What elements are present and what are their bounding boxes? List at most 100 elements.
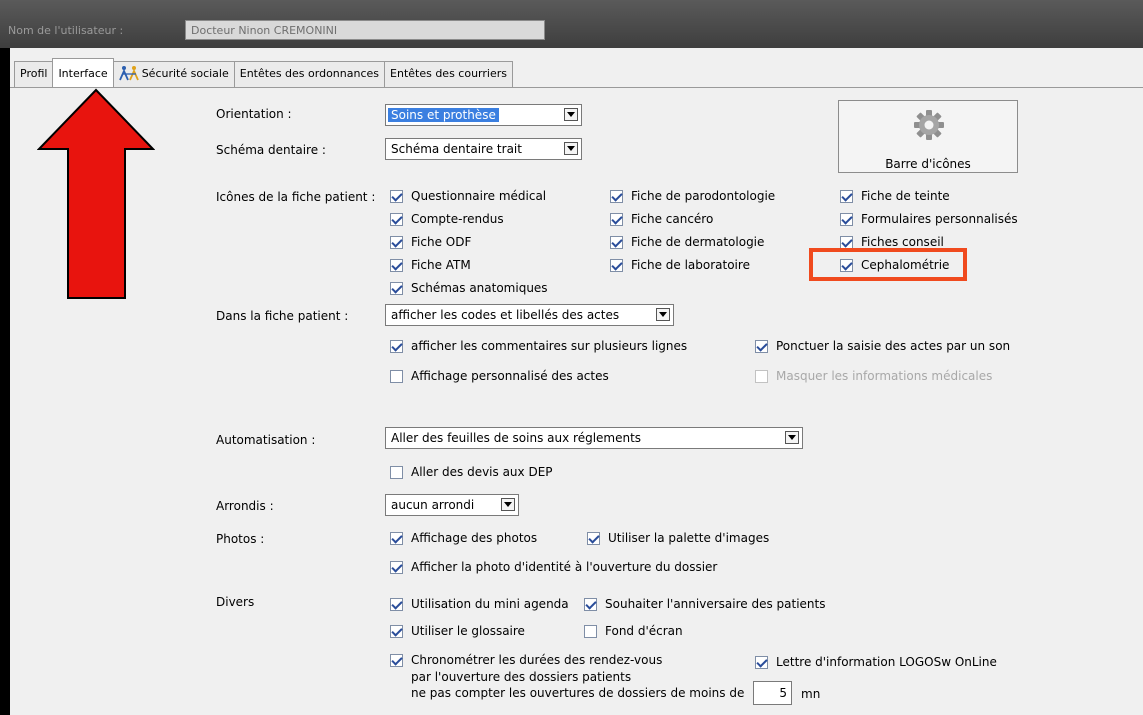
checkbox-lettre-information[interactable]: Lettre d'information LOGOSw OnLine <box>755 655 997 669</box>
checkbox-label: Schémas anatomiques <box>411 281 548 295</box>
checkbox-fiches-conseil[interactable]: Fiches conseil <box>840 235 944 249</box>
minutes-input[interactable]: 5 <box>753 681 792 705</box>
checkbox-label: Questionnaire médical <box>411 189 547 203</box>
checkbox-box[interactable] <box>610 212 623 226</box>
checkbox-label: Fiche ATM <box>411 258 471 272</box>
checkbox-devis-dep[interactable]: Aller des devis aux DEP <box>390 465 553 479</box>
checkbox-box[interactable] <box>587 531 600 545</box>
automatisation-value: Aller des feuilles de soins aux réglemen… <box>391 431 642 445</box>
tab-divider <box>10 87 1143 88</box>
red-arrow-icon <box>36 88 156 303</box>
checkbox-box[interactable] <box>390 235 403 249</box>
checkbox-fiche-parodontologie[interactable]: Fiche de parodontologie <box>610 189 775 203</box>
chevron-down-icon <box>656 308 670 321</box>
tab-profil[interactable]: Profil <box>14 61 54 87</box>
checkbox-fiche-atm[interactable]: Fiche ATM <box>390 258 471 272</box>
tab-securite-sociale[interactable]: Sécurité sociale <box>112 61 235 87</box>
tab-label: Entêtes des courriers <box>390 67 507 80</box>
checkbox-schemas-anatomiques[interactable]: Schémas anatomiques <box>390 281 548 295</box>
arrondis-select[interactable]: aucun arrondi <box>385 494 519 516</box>
checkbox-box[interactable] <box>390 465 403 479</box>
checkbox-affichage-photos[interactable]: Affichage des photos <box>390 531 537 545</box>
checkbox-label: Lettre d'information LOGOSw OnLine <box>776 655 997 669</box>
automatisation-select[interactable]: Aller des feuilles de soins aux réglemen… <box>385 427 803 449</box>
tab-label: Entêtes des ordonnances <box>239 67 380 80</box>
icon-bar-button[interactable]: Barre d'icônes <box>838 100 1018 173</box>
chevron-down-icon <box>564 142 578 155</box>
icons-section-label: Icônes de la fiche patient : <box>216 190 376 204</box>
chevron-down-icon <box>501 498 515 511</box>
checkbox-box[interactable] <box>390 258 403 272</box>
checkbox-box[interactable] <box>390 531 403 545</box>
checkbox-box[interactable] <box>610 258 623 272</box>
checkbox-glossaire[interactable]: Utiliser le glossaire <box>390 624 525 638</box>
checkbox-ponctuer-son[interactable]: Ponctuer la saisie des actes par un son <box>755 339 1010 353</box>
chrono-line-3: ne pas compter les ouvertures de dossier… <box>411 686 745 700</box>
tab-label: Sécurité sociale <box>141 67 229 80</box>
tab-entetes-courriers[interactable]: Entêtes des courriers <box>384 61 513 87</box>
checkbox-commentaires-lignes[interactable]: afficher les commentaires sur plusieurs … <box>390 339 687 353</box>
checkbox-box[interactable] <box>584 624 597 638</box>
checkbox-box[interactable] <box>390 189 403 203</box>
checkbox-box[interactable] <box>390 653 403 667</box>
checkbox-label: Aller des devis aux DEP <box>411 465 553 479</box>
checkbox-box[interactable] <box>390 281 403 295</box>
orientation-select[interactable]: Soins et prothèse <box>385 104 582 126</box>
checkbox-box[interactable] <box>610 189 623 203</box>
checkbox-label: Fiche de dermatologie <box>631 235 765 249</box>
divers-label: Divers <box>216 595 255 609</box>
schema-select[interactable]: Schéma dentaire trait <box>385 138 582 160</box>
checkbox-box[interactable] <box>584 597 597 611</box>
checkbox-questionnaire-medical[interactable]: Questionnaire médical <box>390 189 546 203</box>
checkbox-label: Affichage des photos <box>411 531 538 545</box>
checkbox-label: Fiche ODF <box>411 235 472 249</box>
checkbox-fiche-teinte[interactable]: Fiche de teinte <box>840 189 950 203</box>
title-bar <box>0 0 1143 48</box>
checkbox-mini-agenda[interactable]: Utilisation du mini agenda <box>390 597 569 611</box>
checkbox-affichage-personnalise[interactable]: Affichage personnalisé des actes <box>390 369 609 383</box>
checkbox-label: Fond d'écran <box>605 624 683 638</box>
fiche-patient-value: afficher les codes et libellés des actes <box>391 308 620 322</box>
checkbox-fond-ecran[interactable]: Fond d'écran <box>584 624 683 638</box>
checkbox-fiche-dermatologie[interactable]: Fiche de dermatologie <box>610 235 764 249</box>
checkbox-box[interactable] <box>390 624 403 638</box>
checkbox-box[interactable] <box>390 560 403 574</box>
checkbox-compte-rendus[interactable]: Compte-rendus <box>390 212 504 226</box>
checkbox-fiche-laboratoire[interactable]: Fiche de laboratoire <box>610 258 750 272</box>
checkbox-label: Utiliser le glossaire <box>411 624 525 638</box>
checkbox-box[interactable] <box>390 339 403 353</box>
checkbox-label: Afficher la photo d'identité à l'ouvertu… <box>411 560 718 574</box>
checkbox-fiche-cancero[interactable]: Fiche cancéro <box>610 212 713 226</box>
checkbox-box[interactable] <box>390 369 403 383</box>
checkbox-box[interactable] <box>390 597 403 611</box>
orientation-label: Orientation : <box>216 107 292 121</box>
user-name-field[interactable]: Docteur Ninon CREMONINI <box>185 20 545 40</box>
minutes-unit: mn <box>801 687 821 701</box>
checkbox-box[interactable] <box>755 339 768 353</box>
tab-interface[interactable]: Interface <box>52 58 114 87</box>
checkbox-box[interactable] <box>840 189 853 203</box>
icon-bar-button-label: Barre d'icônes <box>885 157 971 171</box>
checkbox-label: Fiche de laboratoire <box>631 258 750 272</box>
checkbox-palette-images[interactable]: Utiliser la palette d'images <box>587 531 769 545</box>
checkbox-label: Fiche cancéro <box>631 212 714 226</box>
checkbox-box[interactable] <box>390 212 403 226</box>
checkbox-anniversaire[interactable]: Souhaiter l'anniversaire des patients <box>584 597 825 611</box>
tab-entetes-ordonnances[interactable]: Entêtes des ordonnances <box>233 61 386 87</box>
checkbox-box[interactable] <box>610 235 623 249</box>
checkbox-label: Formulaires personnalisés <box>861 212 1018 226</box>
schema-value: Schéma dentaire trait <box>391 142 522 156</box>
fiche-patient-label: Dans la fiche patient : <box>216 309 349 323</box>
checkbox-chronometrer[interactable]: Chronométrer les durées des rendez-vous <box>390 653 662 667</box>
checkbox-box[interactable] <box>755 655 768 669</box>
checkbox-label: Fiche de parodontologie <box>631 189 776 203</box>
checkbox-label: Chronométrer les durées des rendez-vous <box>411 653 663 667</box>
checkbox-fiche-odf[interactable]: Fiche ODF <box>390 235 471 249</box>
checkbox-box <box>755 369 768 383</box>
checkbox-box[interactable] <box>840 235 853 249</box>
checkbox-box[interactable] <box>840 212 853 226</box>
fiche-patient-select[interactable]: afficher les codes et libellés des actes <box>385 304 674 326</box>
checkbox-label: Masquer les informations médicales <box>776 369 993 383</box>
checkbox-photo-identite[interactable]: Afficher la photo d'identité à l'ouvertu… <box>390 560 717 574</box>
checkbox-formulaires-personnalises[interactable]: Formulaires personnalisés <box>840 212 1018 226</box>
